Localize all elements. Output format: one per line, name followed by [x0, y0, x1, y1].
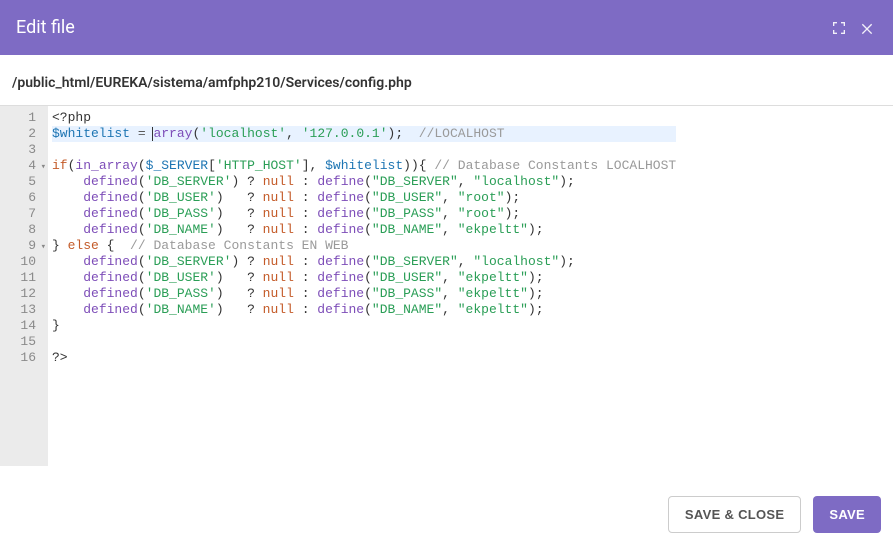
- footer-actions: SAVE & CLOSE SAVE: [668, 496, 881, 533]
- line-number: 5: [0, 174, 42, 190]
- code-line[interactable]: defined('DB_USER') ? null : define("DB_U…: [52, 190, 676, 206]
- code-line[interactable]: $whitelist = array('localhost', '127.0.0…: [52, 126, 676, 142]
- code-line[interactable]: [52, 334, 676, 350]
- line-number: 10: [0, 254, 42, 270]
- modal-title: Edit file: [16, 17, 829, 38]
- line-number: 14: [0, 318, 42, 334]
- code-line[interactable]: defined('DB_NAME') ? null : define("DB_N…: [52, 302, 676, 318]
- code-line[interactable]: defined('DB_PASS') ? null : define("DB_P…: [52, 286, 676, 302]
- code-line[interactable]: if(in_array($_SERVER['HTTP_HOST'], $whit…: [52, 158, 676, 174]
- line-number: 11: [0, 270, 42, 286]
- code-line[interactable]: ?>: [52, 350, 676, 366]
- code-line[interactable]: defined('DB_SERVER') ? null : define("DB…: [52, 174, 676, 190]
- code-line[interactable]: }: [52, 318, 676, 334]
- line-number: 8: [0, 222, 42, 238]
- line-number: 15: [0, 334, 42, 350]
- close-icon[interactable]: [857, 18, 877, 38]
- line-gutter: 1234▾56789▾10111213141516: [0, 106, 48, 466]
- file-path: /public_html/EUREKA/sistema/amfphp210/Se…: [0, 55, 893, 105]
- line-number: 13: [0, 302, 42, 318]
- line-number: 2: [0, 126, 42, 142]
- modal-header: Edit file: [0, 0, 893, 55]
- fold-icon[interactable]: ▾: [41, 239, 46, 255]
- code-line[interactable]: defined('DB_NAME') ? null : define("DB_N…: [52, 222, 676, 238]
- line-number: 7: [0, 206, 42, 222]
- line-number: 1: [0, 110, 42, 126]
- code-area[interactable]: <?php$whitelist = array('localhost', '12…: [48, 106, 676, 370]
- line-number: 9▾: [0, 238, 42, 254]
- code-editor[interactable]: 1234▾56789▾10111213141516 <?php$whitelis…: [0, 105, 893, 466]
- line-number: 4▾: [0, 158, 42, 174]
- line-number: 6: [0, 190, 42, 206]
- code-line[interactable]: } else { // Database Constants EN WEB: [52, 238, 676, 254]
- line-number: 16: [0, 350, 42, 366]
- save-button[interactable]: SAVE: [813, 496, 881, 533]
- code-line[interactable]: [52, 142, 676, 158]
- code-line[interactable]: defined('DB_USER') ? null : define("DB_U…: [52, 270, 676, 286]
- code-line[interactable]: <?php: [52, 110, 676, 126]
- save-close-button[interactable]: SAVE & CLOSE: [668, 496, 801, 533]
- line-number: 12: [0, 286, 42, 302]
- fold-icon[interactable]: ▾: [41, 159, 46, 175]
- code-line[interactable]: defined('DB_SERVER') ? null : define("DB…: [52, 254, 676, 270]
- line-number: 3: [0, 142, 42, 158]
- header-actions: [829, 18, 877, 38]
- code-line[interactable]: defined('DB_PASS') ? null : define("DB_P…: [52, 206, 676, 222]
- expand-icon[interactable]: [829, 18, 849, 38]
